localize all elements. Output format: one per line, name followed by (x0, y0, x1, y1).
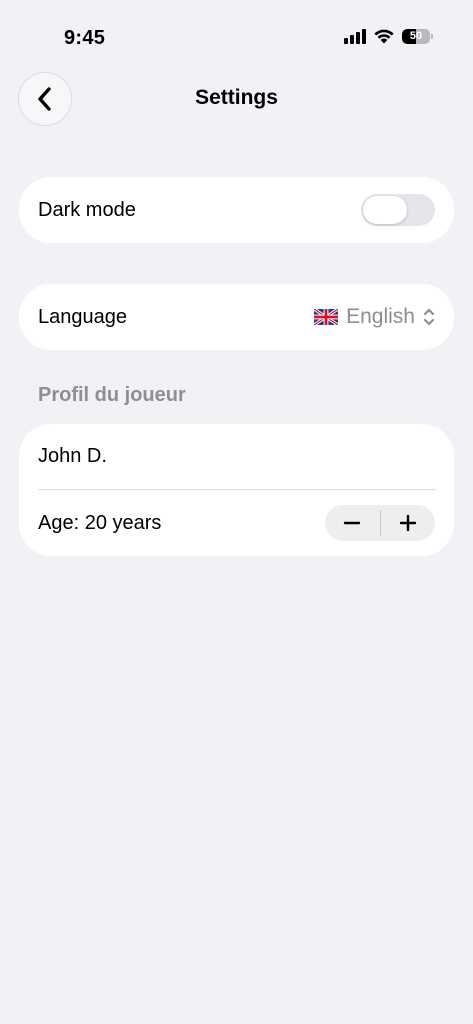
player-name: John D. (38, 445, 107, 467)
player-age-row: Age: 20 years (19, 490, 454, 556)
chevron-up-down-icon (423, 308, 435, 326)
age-stepper (325, 505, 435, 541)
dark-mode-toggle[interactable] (361, 194, 435, 226)
plus-icon (399, 514, 416, 532)
nav-bar: Settings (0, 70, 473, 128)
status-icons: 50 (344, 28, 433, 44)
age-decrement-button[interactable] (325, 505, 380, 541)
page-title: Settings (195, 86, 278, 109)
dark-mode-label: Dark mode (38, 198, 136, 221)
dark-mode-row: Dark mode (19, 177, 454, 243)
profile-card: John D. Age: 20 years (19, 424, 454, 556)
minus-icon (344, 521, 361, 525)
profile-section-header: Profil du joueur (38, 384, 186, 406)
dark-mode-card: Dark mode (19, 177, 454, 243)
language-label: Language (38, 305, 127, 328)
age-increment-button[interactable] (381, 505, 436, 541)
settings-screen: 9:45 50 Settings Dark mode Language Engl… (0, 0, 473, 1024)
language-select[interactable]: English (314, 305, 435, 329)
uk-flag-icon (314, 309, 339, 325)
status-bar: 9:45 50 (0, 0, 473, 60)
battery-level: 50 (409, 29, 423, 42)
toggle-knob (363, 196, 407, 224)
battery-body: 50 (402, 28, 430, 44)
player-name-row[interactable]: John D. (19, 424, 454, 489)
battery-cap (431, 33, 433, 39)
status-time: 9:45 (64, 27, 106, 49)
player-age-label: Age: 20 years (38, 511, 162, 534)
wifi-icon (374, 29, 394, 44)
language-card: Language English (19, 284, 454, 350)
battery-icon: 50 (402, 28, 433, 44)
language-value: English (346, 305, 415, 328)
language-row: Language English (19, 284, 454, 350)
cellular-signal-icon (344, 28, 366, 44)
